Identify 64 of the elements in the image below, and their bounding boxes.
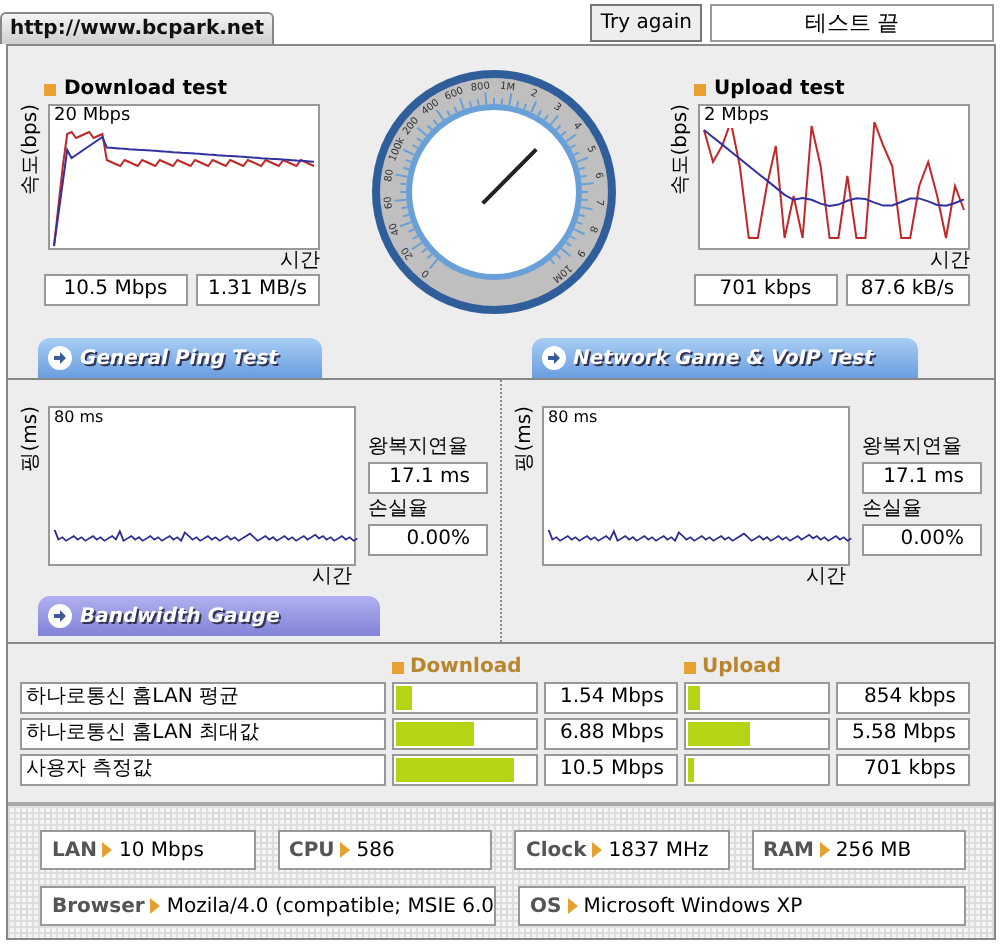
row-label: 하나로통신 홈LAN 최대값 — [20, 718, 386, 750]
info-value: Mozila/4.0 (compatible; MSIE 6.0 — [166, 895, 495, 917]
latency-label: 왕복지연율 — [862, 434, 964, 462]
retry-button[interactable]: Try again — [590, 4, 702, 42]
axis-label: 시간 — [806, 566, 846, 590]
info-label: OS — [530, 895, 562, 917]
loss-label: 손실율 — [368, 496, 430, 524]
arrow-icon — [48, 346, 72, 370]
section-tab[interactable]: General Ping Test — [38, 338, 323, 378]
latency-value: 17.1 ms — [862, 462, 982, 494]
info-value: 10 Mbps — [118, 839, 204, 861]
info-label: CPU — [289, 839, 335, 861]
axis-label: 핑(ms) — [18, 406, 44, 472]
download-value: 1.54 Mbps — [544, 682, 678, 714]
site-logo: http://www.bcpark.net — [0, 12, 275, 44]
row-label: 사용자 측정값 — [20, 754, 386, 786]
arrow-icon — [567, 898, 578, 914]
rate-value: 10.5 Mbps — [44, 274, 188, 306]
test-title: Download test — [16, 78, 320, 100]
arrow-icon — [150, 898, 161, 914]
rate-value: 87.6 kB/s — [845, 274, 970, 306]
scale-label: 20 Mbps — [54, 108, 131, 128]
latency-label: 왕복지연율 — [368, 434, 470, 462]
arrow-icon — [48, 604, 72, 628]
info-label: LAN — [52, 839, 97, 861]
info-value: 1837 MHz — [608, 839, 709, 861]
row-label: 하나로통신 홈LAN 평균 — [20, 682, 386, 714]
arrow-icon — [340, 842, 351, 858]
upload-value: 854 kbps — [836, 682, 970, 714]
download-value: 10.5 Mbps — [544, 754, 678, 786]
scale-label: 2 Mbps — [704, 108, 769, 128]
info-value: 256 MB — [835, 839, 912, 861]
axis-label: 핑(ms) — [512, 406, 538, 472]
test-title: Upload test — [666, 78, 970, 100]
upload-value: 5.58 Mbps — [836, 718, 970, 750]
loss-value: 0.00% — [862, 524, 982, 556]
axis-label: 시간 — [280, 250, 320, 274]
axis-label: 속도(bps) — [668, 104, 694, 196]
scale-label: 80 ms — [54, 410, 104, 428]
rate-value: 701 kbps — [694, 274, 838, 306]
download-value: 6.88 Mbps — [544, 718, 678, 750]
info-label: RAM — [763, 839, 814, 861]
loss-value: 0.00% — [368, 524, 488, 556]
status-field: 테스트 끝 — [710, 4, 994, 42]
column-heading: Download — [392, 656, 538, 678]
axis-label: 시간 — [312, 566, 352, 590]
arrow-icon — [102, 842, 113, 858]
section-tab[interactable]: Bandwidth Gauge — [38, 596, 380, 636]
arrow-icon — [592, 842, 603, 858]
column-heading: Upload — [684, 656, 830, 678]
loss-label: 손실율 — [862, 496, 924, 524]
latency-value: 17.1 ms — [368, 462, 488, 494]
info-value: 586 — [356, 839, 395, 861]
info-label: Browser — [52, 895, 145, 917]
axis-label: 속도(bps) — [18, 104, 44, 196]
arrow-icon — [819, 842, 830, 858]
arrow-icon — [541, 346, 565, 370]
scale-label: 80 ms — [548, 410, 598, 428]
axis-label: 시간 — [930, 250, 970, 274]
info-value: Microsoft Windows XP — [583, 895, 803, 917]
section-tab[interactable]: Network Game & VoIP Test — [531, 338, 918, 378]
info-label: Clock — [526, 839, 587, 861]
rate-value: 1.31 MB/s — [195, 274, 320, 306]
upload-value: 701 kbps — [836, 754, 970, 786]
